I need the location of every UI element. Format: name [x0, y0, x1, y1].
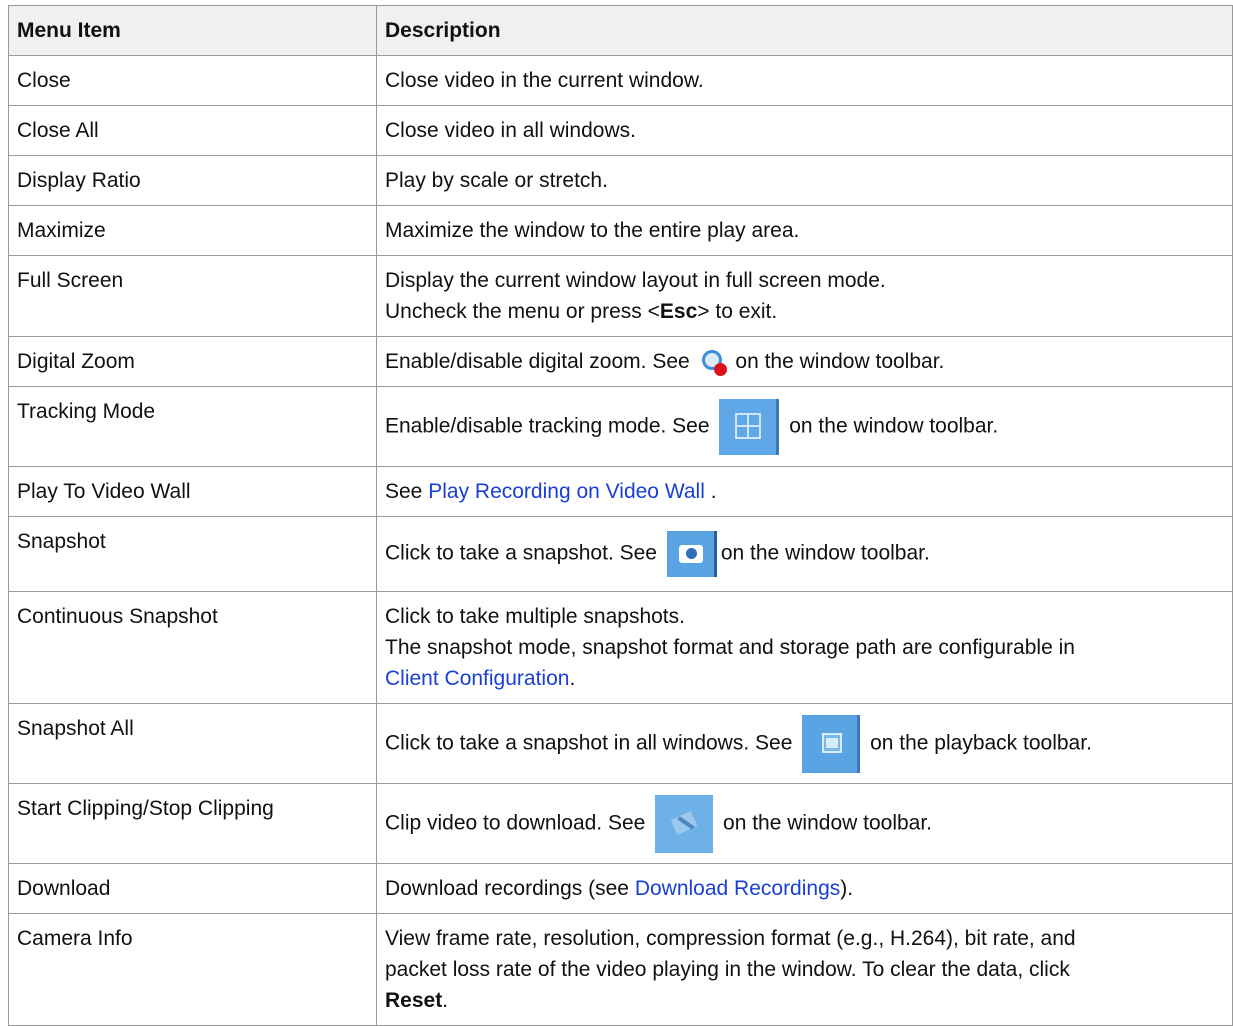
description-line: View frame rate, resolution, compression…	[385, 927, 1076, 951]
menu-item-description: Close video in all windows.	[376, 105, 1233, 156]
description-text: Download recordings (see	[385, 877, 629, 901]
description-line: The snapshot mode, snapshot format and s…	[385, 636, 1075, 660]
table-row: Play To Video Wall See Play Recording on…	[8, 466, 1233, 518]
description-text: > to exit.	[697, 300, 778, 323]
tracking-mode-icon	[719, 398, 780, 455]
menu-item-name: Play To Video Wall	[8, 466, 377, 518]
menu-item-description: See Play Recording on Video Wall .	[376, 466, 1233, 518]
description-text: Click to take a snapshot in all windows.…	[385, 731, 793, 755]
menu-item-description: Enable/disable digital zoom. See on the …	[376, 335, 1233, 388]
description-text: See	[385, 480, 423, 504]
menu-item-description: Maximize the window to the entire play a…	[376, 205, 1233, 256]
table-row: Camera Info View frame rate, resolution,…	[8, 913, 1233, 1026]
menu-item-description: Download recordings (see Download Record…	[376, 863, 1233, 915]
menu-item-name: Close	[8, 55, 377, 106]
play-recording-on-video-wall-link[interactable]: Play Recording on Video Wall	[428, 480, 705, 503]
table-row: Tracking Mode Enable/disable tracking mo…	[8, 386, 1233, 468]
description-line: packet loss rate of the video playing in…	[385, 958, 1070, 982]
description-text: on the window toolbar.	[789, 414, 999, 438]
menu-item-name: Close All	[8, 105, 377, 156]
scissors-icon	[655, 794, 714, 853]
description-text: .	[710, 480, 717, 504]
menu-item-name: Snapshot	[8, 516, 377, 593]
reset-label: Reset	[385, 989, 443, 1013]
table-header-row: Menu Item Description	[8, 5, 1233, 56]
menu-item-description: Close video in the current window.	[376, 55, 1233, 106]
menu-item-description: Play by scale or stretch.	[376, 155, 1233, 206]
description-text: ).	[840, 877, 854, 901]
description-text: Enable/disable tracking mode. See	[385, 414, 710, 438]
menu-item-description: Clip video to download. See on the windo…	[376, 783, 1233, 865]
menu-item-description: Click to take multiple snapshots. The sna…	[376, 591, 1233, 705]
header-description: Description	[376, 5, 1233, 56]
table-row: Start Clipping/Stop Clipping Clip video …	[8, 783, 1233, 865]
table-row: Snapshot Click to take a snapshot. See o…	[8, 516, 1233, 593]
menu-item-name: Maximize	[8, 205, 377, 256]
table-row: Full Screen Display the current window l…	[8, 255, 1233, 337]
menu-item-name: Full Screen	[8, 255, 377, 337]
menu-item-name: Start Clipping/Stop Clipping	[8, 783, 377, 865]
description-text: on the playback toolbar.	[870, 731, 1092, 755]
table-row: Download Download recordings (see Downlo…	[8, 863, 1233, 915]
table-row: Close All Close video in all windows.	[8, 105, 1233, 156]
menu-item-description: Display the current window layout in ful…	[376, 255, 1233, 337]
table-row: Continuous Snapshot Click to take multip…	[8, 591, 1233, 705]
description-text: on the window toolbar.	[720, 542, 930, 565]
description-text: .	[569, 667, 576, 691]
digital-zoom-icon	[698, 347, 728, 377]
menu-item-description: Click to take a snapshot in all windows.…	[376, 703, 1233, 785]
description-text: on the window toolbar.	[723, 811, 933, 835]
description-text: Enable/disable digital zoom. See	[385, 350, 690, 373]
download-recordings-link[interactable]: Download Recordings	[635, 877, 840, 900]
menu-item-description: Enable/disable tracking mode. See on the…	[376, 386, 1233, 468]
snapshot-all-icon	[802, 714, 861, 773]
menu-item-name: Camera Info	[8, 913, 377, 1026]
camera-icon	[666, 531, 717, 578]
table-row: Display Ratio Play by scale or stretch.	[8, 155, 1233, 206]
description-text: Uncheck the menu or press <	[385, 300, 660, 323]
table-row: Close Close video in the current window.	[8, 55, 1233, 106]
menu-items-table: Menu Item Description Close Close video …	[8, 5, 1233, 1026]
description-text: Clip video to download. See	[385, 811, 646, 835]
description-line: Display the current window layout in ful…	[385, 269, 886, 292]
table-row: Maximize Maximize the window to the enti…	[8, 205, 1233, 256]
description-text: Click to take a snapshot. See	[385, 542, 657, 565]
header-menu-item: Menu Item	[8, 5, 377, 56]
esc-key-label: Esc	[659, 300, 698, 323]
menu-item-name: Tracking Mode	[8, 386, 377, 468]
menu-item-name: Digital Zoom	[8, 335, 377, 388]
menu-item-name: Continuous Snapshot	[8, 591, 377, 705]
table-row: Snapshot All Click to take a snapshot in…	[8, 703, 1233, 785]
menu-item-description: Click to take a snapshot. See on the win…	[376, 516, 1233, 593]
description-text: .	[442, 989, 449, 1013]
menu-item-name: Display Ratio	[8, 155, 377, 206]
menu-item-name: Download	[8, 863, 377, 915]
client-configuration-link[interactable]: Client Configuration	[385, 667, 569, 690]
menu-item-description: View frame rate, resolution, compression…	[376, 913, 1233, 1026]
description-text: on the window toolbar.	[735, 350, 945, 373]
table-row: Digital Zoom Enable/disable digital zoom…	[8, 335, 1233, 388]
description-line: Click to take multiple snapshots.	[385, 605, 685, 629]
menu-item-name: Snapshot All	[8, 703, 377, 785]
